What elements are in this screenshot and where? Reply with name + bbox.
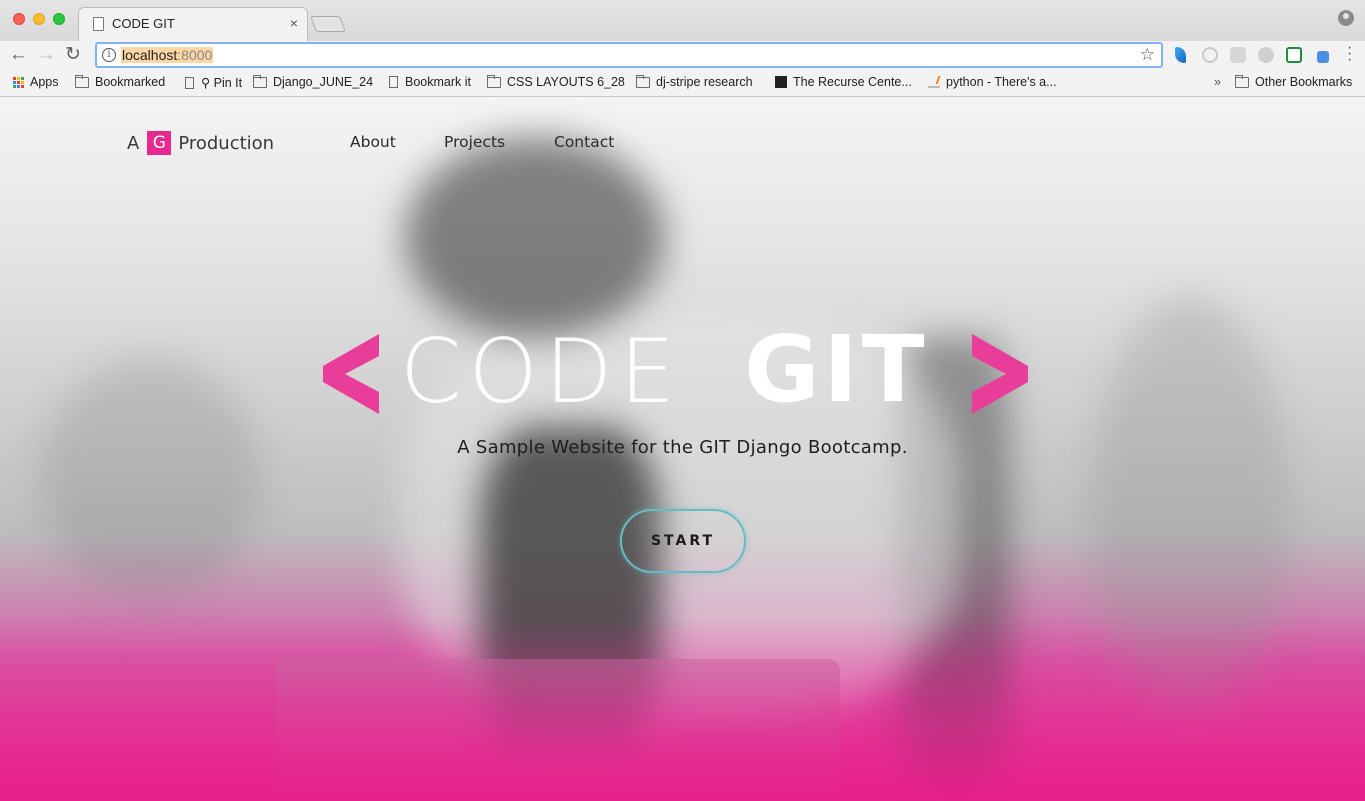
start-button[interactable]: START [620,509,746,573]
bookmark-bookmark-it[interactable]: Bookmark it [387,75,471,89]
bookmark-css-layouts[interactable]: CSS LAYOUTS 6_28 [487,74,625,89]
bookmark-python[interactable]: python - There's a... [928,75,1057,89]
minimize-window-button[interactable] [33,13,45,25]
extension-feather-icon[interactable] [1175,47,1186,63]
maximize-window-button[interactable] [53,13,65,25]
address-bar[interactable]: i localhost:8000 ☆ [95,42,1163,68]
page-icon [389,76,398,88]
tab-close-icon[interactable]: × [290,15,298,31]
hero-heading: CODE GIT [0,322,1365,422]
folder-icon [75,74,89,88]
site-logo[interactable]: A G Production [127,131,274,155]
browser-menu-icon[interactable]: · · · [1347,40,1352,68]
bookmarks-overflow-button[interactable]: » [1214,75,1221,89]
page-icon [93,17,104,31]
nav-link-projects[interactable]: Projects [444,133,505,151]
profile-icon[interactable] [1338,10,1354,26]
folder-icon [1235,74,1249,88]
bookmark-label: python - There's a... [946,75,1057,89]
background-photo-shape [405,137,665,337]
bookmark-django-june-24[interactable]: Django_JUNE_24 [253,74,374,89]
hero-word-code: CODE [400,320,683,423]
page-icon [185,76,194,89]
bookmark-label: The Recurse Cente... [793,75,912,89]
folder-icon [253,74,267,88]
logo-suffix: Production [178,132,275,154]
url-host: localhost [122,47,178,63]
extension-react-icon[interactable] [1202,47,1218,63]
left-chevron-icon [323,334,379,414]
right-chevron-icon [972,334,1028,414]
nav-link-contact[interactable]: Contact [554,133,614,151]
bookmark-recurse-center[interactable]: The Recurse Cente... [775,75,912,89]
bookmark-label: Apps [30,75,59,89]
info-icon[interactable]: i [102,48,116,62]
bookmark-bookmarked[interactable]: Bookmarked [75,74,166,89]
folder-icon [487,74,501,88]
url-port: :8000 [177,47,213,63]
bookmark-label: Bookmarked [95,75,166,89]
browser-tab-active[interactable]: CODE GIT × [78,7,308,41]
reload-button[interactable]: ↻ [65,44,81,66]
nav-link-about[interactable]: About [350,133,396,151]
new-tab-button[interactable] [310,16,346,32]
logo-mark: G [147,131,172,155]
bookmark-dj-stripe[interactable]: dj-stripe research [636,74,753,89]
logo-prefix: A [127,132,140,154]
forward-button[interactable]: → [37,44,56,66]
folder-icon [636,74,650,88]
bookmark-label: Other Bookmarks [1255,75,1353,89]
bookmark-pin-it[interactable]: ⚲ Pin It [183,75,242,90]
back-button[interactable]: ← [9,44,28,66]
extension-cast-icon[interactable] [1230,47,1246,63]
close-window-button[interactable] [13,13,25,25]
hero-word-git: GIT [744,316,929,423]
bookmarks-bar: Apps Bookmarked ⚲ Pin It Django_JUNE_24 … [0,71,1365,96]
bookmark-label: Django_JUNE_24 [273,75,374,89]
bookmark-other-bookmarks[interactable]: Other Bookmarks [1235,74,1353,89]
bookmark-star-icon[interactable]: ☆ [1140,45,1155,65]
hero-subtitle: A Sample Website for the GIT Django Boot… [457,437,908,458]
extension-eyedropper-icon[interactable] [1317,51,1329,63]
bookmark-label: CSS LAYOUTS 6_28 [507,75,625,89]
page-viewport: A G Production About Projects Contact CO… [0,97,1365,801]
tab-title: CODE GIT [112,16,175,31]
recurse-center-icon [775,76,787,88]
bookmark-label: ⚲ Pin It [201,76,243,90]
title-bar: CODE GIT × [0,0,1365,41]
stackoverflow-icon [928,76,940,88]
extension-sheets-icon[interactable] [1286,47,1302,63]
pink-gradient-overlay [0,617,1365,801]
bookmark-apps[interactable]: Apps [13,75,59,89]
bookmark-label: dj-stripe research [656,75,753,89]
bookmark-label: Bookmark it [405,75,471,89]
apps-grid-icon [13,76,24,88]
browser-chrome: CODE GIT × ← → ↻ i localhost:8000 ☆ · · · … [0,0,1365,97]
url-text[interactable]: localhost:8000 [121,47,214,63]
extension-puzzle-icon[interactable] [1258,47,1274,63]
